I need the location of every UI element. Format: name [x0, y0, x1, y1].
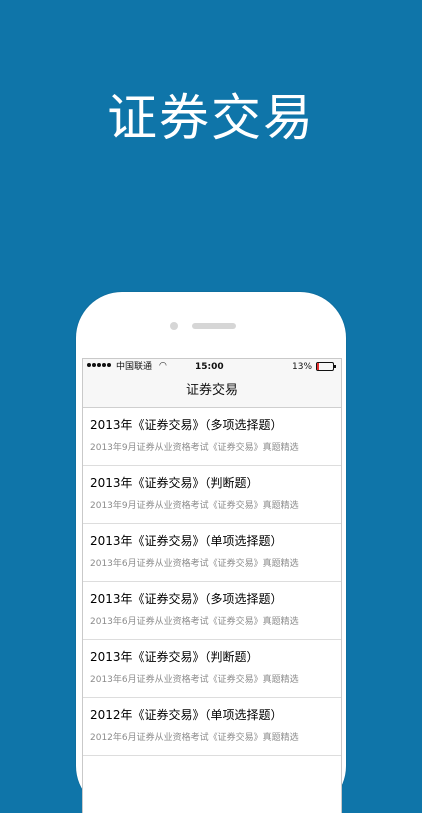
speaker-icon — [192, 323, 236, 329]
list-item-title: 2013年《证券交易》（判断题） — [90, 476, 259, 490]
list-item-subtitle: 2013年9月证券从业资格考试《证券交易》真题精选 — [90, 501, 299, 511]
hero-title: 证券交易 — [107, 89, 315, 147]
list-item[interactable]: 2012年《证券交易》（单项选择题） 2012年6月证券从业资格考试《证券交易》… — [83, 698, 341, 756]
battery-level-fill — [317, 363, 319, 370]
status-bar: 中国联通 ◠ 15:00 13% — [83, 359, 341, 375]
question-list: 2013年《证券交易》（多项选择题） 2013年9月证券从业资格考试《证券交易》… — [83, 408, 341, 756]
list-item-subtitle: 2013年6月证券从业资格考试《证券交易》真题精选 — [90, 617, 299, 627]
battery-percent: 13% — [292, 362, 313, 372]
list-item[interactable]: 2013年《证券交易》（判断题） 2013年6月证券从业资格考试《证券交易》真题… — [83, 640, 341, 698]
list-item-title: 2013年《证券交易》（单项选择题） — [90, 534, 283, 548]
phone-screen: 中国联通 ◠ 15:00 13% 证券交易 2013年《证券交易》（多项选择题）… — [82, 358, 342, 813]
list-item[interactable]: 2013年《证券交易》（判断题） 2013年9月证券从业资格考试《证券交易》真题… — [83, 466, 341, 524]
wifi-icon: ◠ — [159, 361, 167, 371]
list-item-subtitle: 2013年6月证券从业资格考试《证券交易》真题精选 — [90, 559, 299, 569]
phone-frame: 中国联通 ◠ 15:00 13% 证券交易 2013年《证券交易》（多项选择题）… — [76, 292, 346, 813]
list-item-title: 2013年《证券交易》（多项选择题） — [90, 418, 283, 432]
list-item-title: 2013年《证券交易》（判断题） — [90, 650, 259, 664]
carrier-name: 中国联通 — [116, 362, 153, 372]
list-item-title: 2012年《证券交易》（单项选择题） — [90, 708, 283, 722]
status-time: 15:00 — [195, 362, 224, 372]
battery-icon — [316, 362, 334, 371]
list-item[interactable]: 2013年《证券交易》（多项选择题） 2013年9月证券从业资格考试《证券交易》… — [83, 408, 341, 466]
signal-strength-icon — [87, 363, 111, 367]
list-item-subtitle: 2012年6月证券从业资格考试《证券交易》真题精选 — [90, 733, 299, 743]
battery-cap-icon — [334, 365, 336, 368]
list-item[interactable]: 2013年《证券交易》（单项选择题） 2013年6月证券从业资格考试《证券交易》… — [83, 524, 341, 582]
nav-title: 证券交易 — [83, 375, 341, 408]
list-item-subtitle: 2013年9月证券从业资格考试《证券交易》真题精选 — [90, 443, 299, 453]
list-item[interactable]: 2013年《证券交易》（多项选择题） 2013年6月证券从业资格考试《证券交易》… — [83, 582, 341, 640]
list-item-title: 2013年《证券交易》（多项选择题） — [90, 592, 283, 606]
camera-icon — [170, 322, 178, 330]
list-item-subtitle: 2013年6月证券从业资格考试《证券交易》真题精选 — [90, 675, 299, 685]
